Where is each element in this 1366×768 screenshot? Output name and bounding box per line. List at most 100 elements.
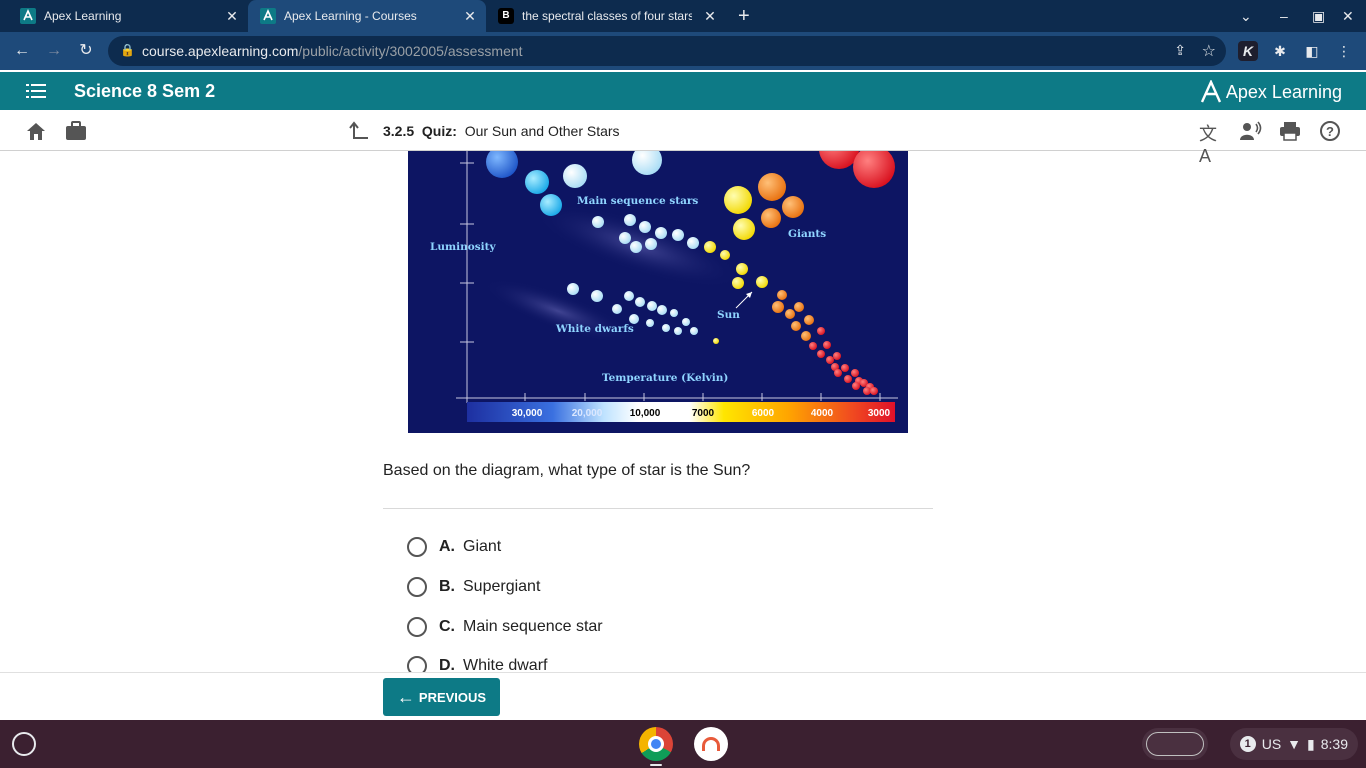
star-dot	[567, 283, 579, 295]
star-dot	[794, 302, 804, 312]
temp-tick-label: 6000	[752, 408, 775, 419]
choice-a[interactable]: A. Giant	[407, 536, 501, 558]
star-dot	[801, 331, 811, 341]
translate-icon[interactable]: 文A	[1199, 120, 1221, 166]
reload-icon[interactable]: ↻	[76, 41, 96, 61]
tab-spectral-classes[interactable]: B the spectral classes of four stars ✕	[486, 0, 726, 32]
extensions-puzzle-icon[interactable]: ✱	[1270, 41, 1290, 61]
label-main-sequence: Main sequence stars	[577, 195, 698, 207]
maximize-icon[interactable]: ▣	[1312, 0, 1325, 32]
star-dot	[646, 319, 654, 327]
choice-d[interactable]: D. White dwarf	[407, 655, 547, 672]
radio-button[interactable]	[407, 537, 427, 557]
star-dot	[619, 232, 631, 244]
star-dot	[592, 216, 604, 228]
briefcase-icon[interactable]	[65, 120, 87, 142]
star-dot	[639, 221, 651, 233]
arrow-left-icon: ←	[396, 686, 415, 707]
star-dot	[841, 364, 849, 372]
star-dot	[662, 324, 670, 332]
star-dot	[486, 151, 518, 178]
apex-header: Science 8 Sem 2 Apex Learning	[0, 72, 1366, 110]
minimize-icon[interactable]: –	[1280, 0, 1288, 32]
tab-apex-learning[interactable]: Apex Learning ✕	[0, 0, 248, 32]
menu-list-icon[interactable]	[26, 82, 46, 105]
choice-c[interactable]: C. Main sequence star	[407, 616, 603, 638]
tab-apex-courses[interactable]: Apex Learning - Courses ✕	[248, 0, 486, 32]
star-dot	[733, 218, 755, 240]
notification-count-badge: 1	[1239, 736, 1256, 752]
choice-letter: D.	[439, 657, 455, 672]
star-dot	[823, 341, 831, 349]
radio-button[interactable]	[407, 617, 427, 637]
system-status-area[interactable]: 1 US ▼ ▮ 8:39	[1229, 728, 1358, 760]
star-dot	[687, 237, 699, 249]
star-dot	[690, 327, 698, 335]
more-menu-icon[interactable]: ⋮	[1334, 41, 1354, 61]
activity-number: 3.2.5	[383, 123, 415, 139]
assessment-content: Main sequence stars Giants Luminosity Wh…	[0, 151, 1366, 672]
radio-button[interactable]	[407, 656, 427, 672]
apex-favicon-icon	[260, 8, 276, 24]
print-icon[interactable]	[1279, 120, 1301, 142]
star-dot	[804, 315, 814, 325]
address-bar[interactable]: 🔒 course.apexlearning.com/public/activit…	[108, 36, 1226, 66]
extension-k-icon[interactable]: K	[1238, 41, 1258, 61]
active-app-indicator	[650, 764, 662, 766]
wifi-icon: ▼	[1287, 736, 1302, 752]
choice-letter: C.	[439, 618, 455, 635]
home-icon[interactable]	[25, 120, 47, 142]
star-dot	[736, 263, 748, 275]
close-tab-icon[interactable]: ✕	[462, 8, 478, 24]
star-dot	[833, 352, 841, 360]
app-icon[interactable]	[694, 727, 728, 761]
choice-text: Supergiant	[463, 578, 541, 595]
star-dot	[624, 291, 634, 301]
lock-icon: 🔒	[120, 43, 135, 57]
bookmark-star-icon[interactable]: ☆	[1202, 41, 1216, 61]
choice-text: Main sequence star	[463, 618, 603, 635]
share-icon[interactable]: ⇪	[1174, 42, 1186, 59]
star-dot	[630, 241, 642, 253]
label-luminosity: Luminosity	[430, 241, 497, 253]
radio-button[interactable]	[407, 577, 427, 597]
phone-hub-icon[interactable]	[1142, 728, 1208, 760]
star-dot	[724, 186, 752, 214]
apex-logo-icon	[1200, 80, 1222, 103]
close-tab-icon[interactable]: ✕	[702, 8, 718, 24]
tab-title: Apex Learning - Courses	[284, 9, 417, 23]
star-dot	[682, 318, 690, 326]
side-panel-icon[interactable]: ◧	[1302, 41, 1322, 61]
star-dot	[826, 356, 834, 364]
activity-name: Our Sun and Other Stars	[464, 123, 620, 139]
new-tab-button[interactable]: +	[738, 0, 750, 32]
choice-b[interactable]: B. Supergiant	[407, 576, 540, 598]
question-text: Based on the diagram, what type of star …	[383, 462, 751, 479]
apex-favicon-icon	[20, 8, 36, 24]
star-dot	[851, 369, 859, 377]
temp-tick-label: 20,000	[572, 408, 603, 419]
brainly-favicon-icon: B	[498, 8, 514, 24]
label-giants: Giants	[788, 228, 826, 240]
read-aloud-icon[interactable]	[1239, 120, 1262, 142]
star-dot	[670, 309, 678, 317]
star-dot	[647, 301, 657, 311]
hr-diagram: Main sequence stars Giants Luminosity Wh…	[430, 151, 898, 422]
star-dot	[809, 342, 817, 350]
star-dot	[819, 151, 859, 169]
url-text: course.apexlearning.com/public/activity/…	[142, 43, 523, 59]
close-window-icon[interactable]: ✕	[1342, 0, 1354, 32]
close-tab-icon[interactable]: ✕	[224, 8, 240, 24]
label-white-dwarfs: White dwarfs	[555, 323, 634, 335]
tab-search-chevron-icon[interactable]: ⌄	[1240, 0, 1252, 32]
chrome-app-icon[interactable]	[639, 727, 673, 761]
previous-button[interactable]: ← PREVIOUS	[383, 678, 500, 716]
forward-arrow-icon[interactable]: →	[44, 41, 64, 61]
help-icon[interactable]: ?	[1319, 120, 1341, 142]
up-arrow-back-icon[interactable]	[348, 120, 370, 142]
back-arrow-icon[interactable]: ←	[12, 41, 32, 61]
launcher-icon[interactable]	[12, 732, 36, 756]
star-dot	[591, 290, 603, 302]
star-dot	[657, 305, 667, 315]
choice-letter: B.	[439, 578, 455, 595]
